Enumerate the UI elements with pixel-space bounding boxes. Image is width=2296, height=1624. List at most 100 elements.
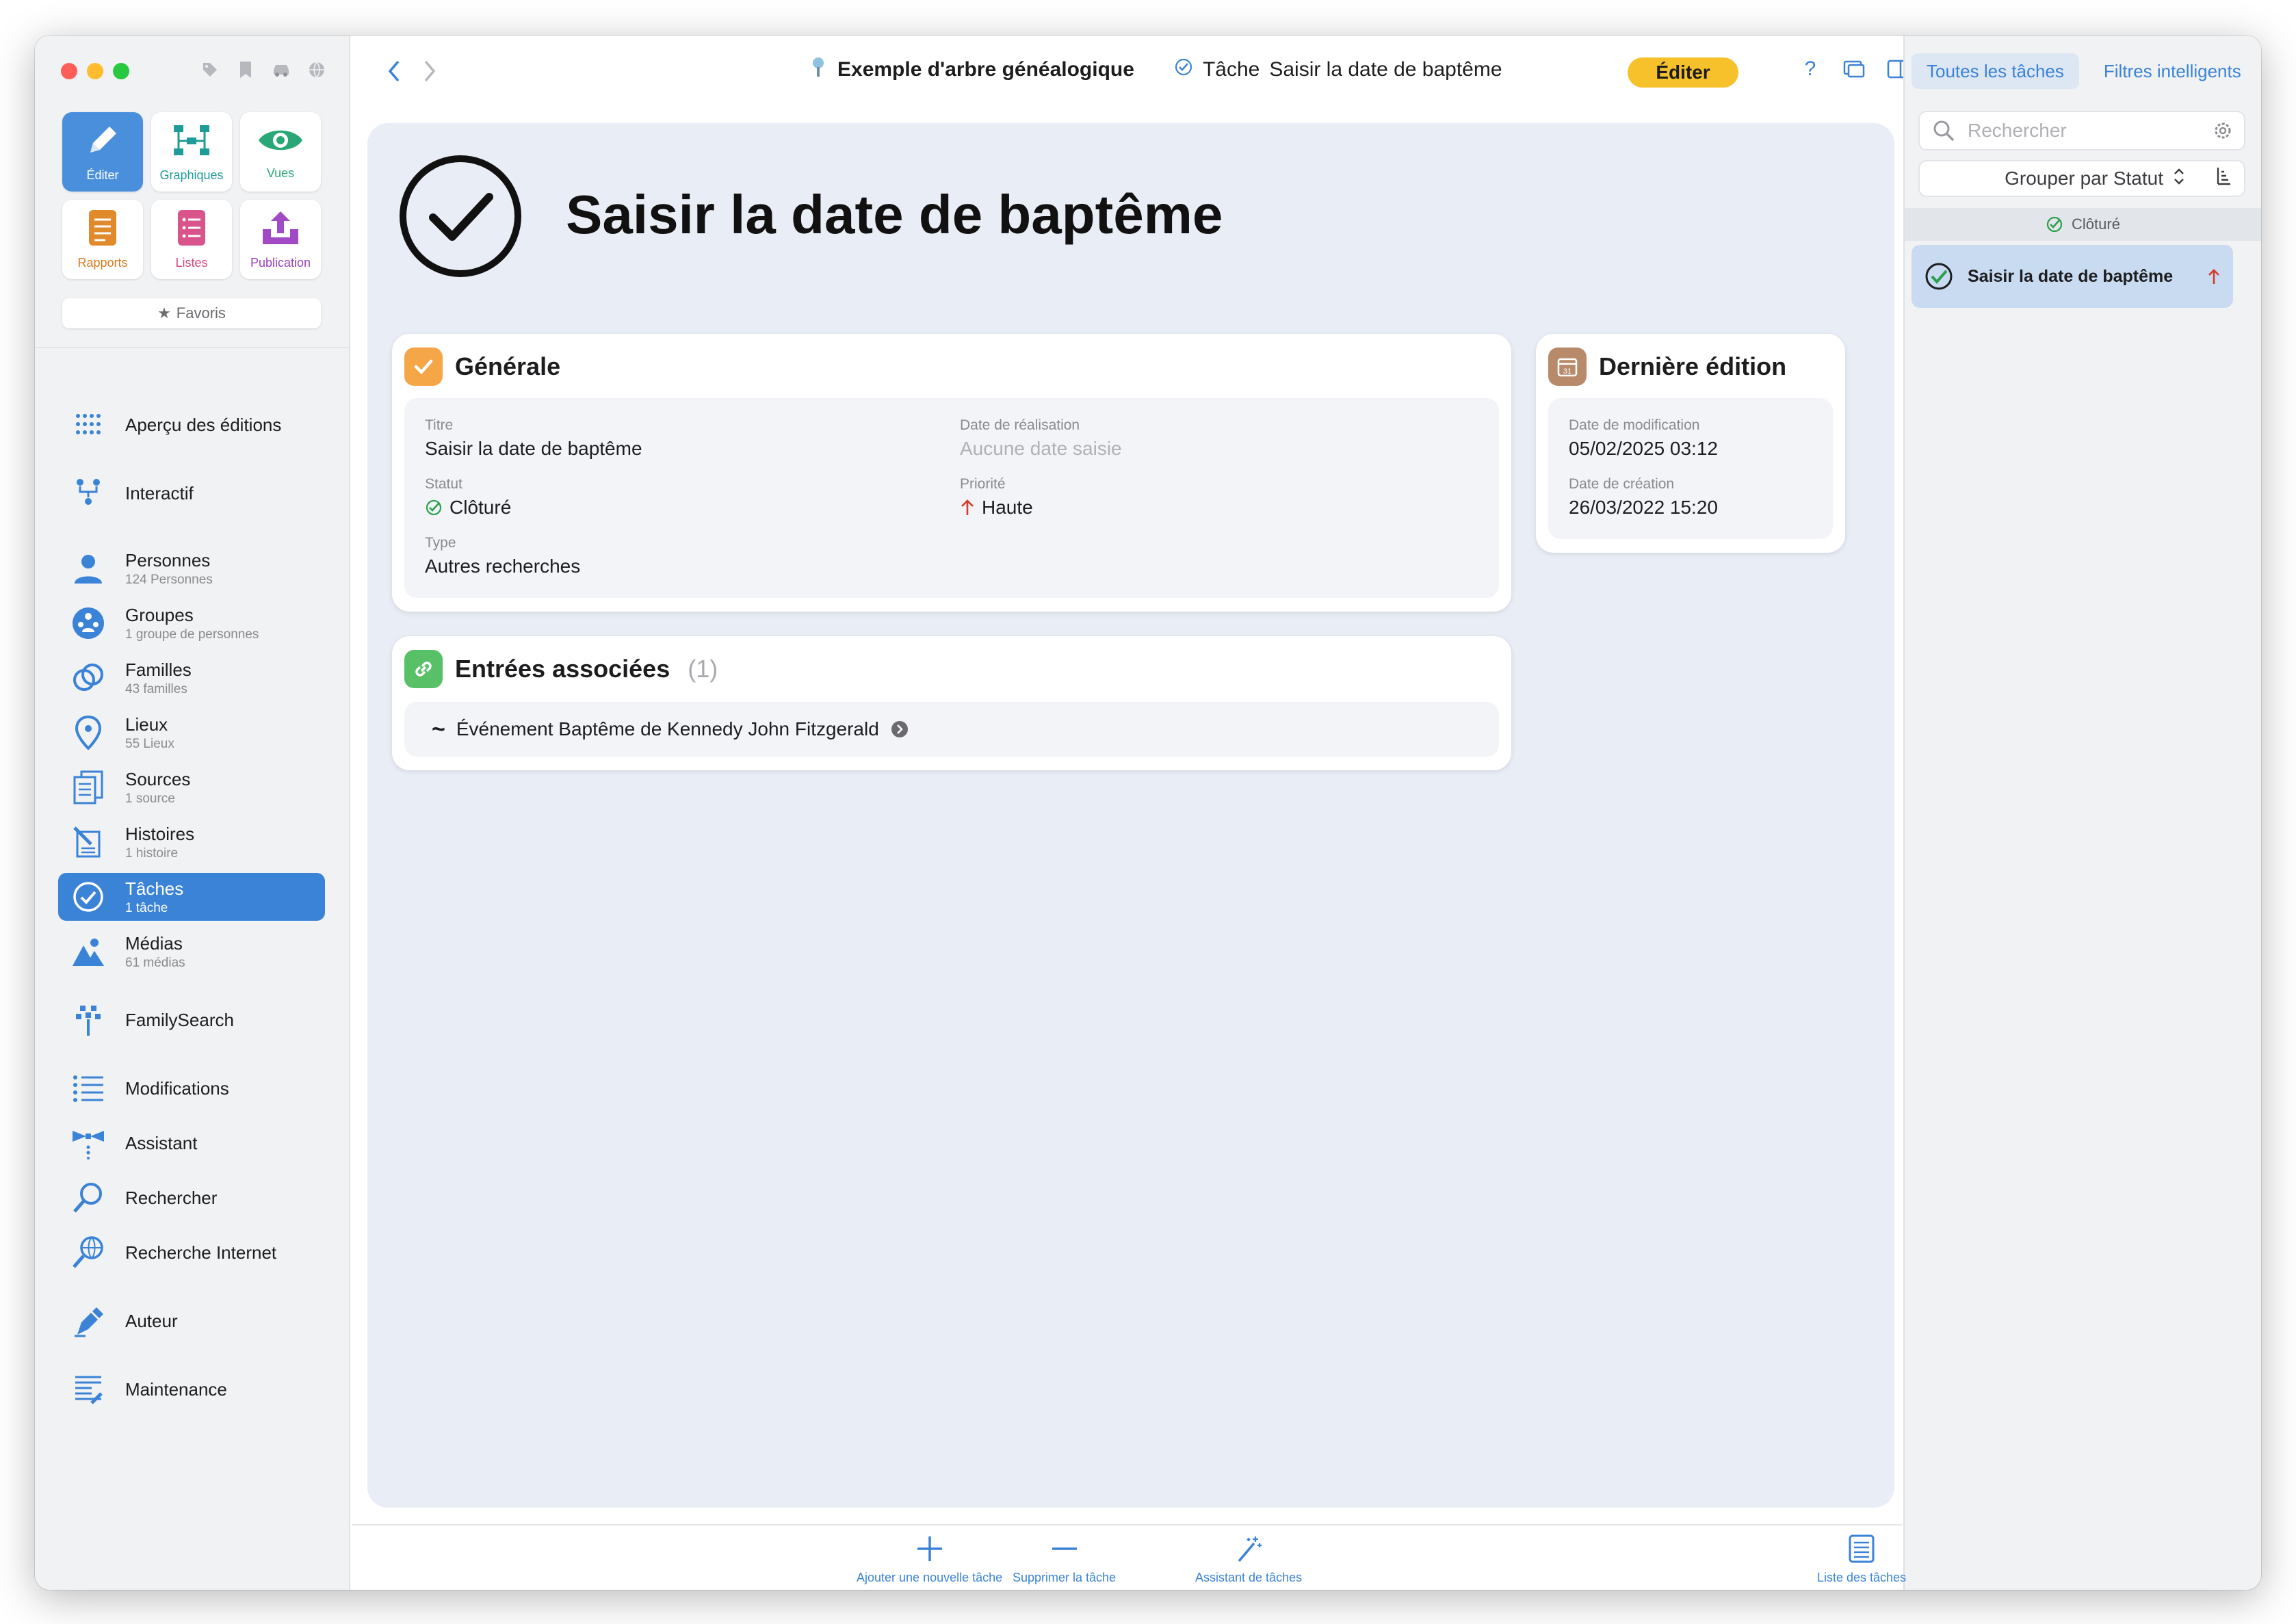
sidebar-item-web-search[interactable]: Recherche Internet <box>58 1229 325 1276</box>
familysearch-tree-icon <box>66 998 110 1042</box>
field-title[interactable]: Titre Saisir la date de baptême <box>425 417 642 460</box>
field-priority-label: Priorité <box>960 476 1006 492</box>
up-down-chevron-icon <box>2173 167 2185 191</box>
associated-entries-title: Entrées associées <box>455 655 670 683</box>
general-fields: Titre Saisir la date de baptême Date de … <box>404 398 1499 598</box>
sidebar-item-count: 124 Personnes <box>125 572 213 587</box>
sidebar-item-label: Aperçu des éditions <box>125 414 282 435</box>
task-list-item-title: Saisir la date de baptême <box>1968 266 2174 286</box>
bookmark-icon[interactable] <box>235 59 257 81</box>
sidebar-item-label: Groupes <box>125 604 194 625</box>
associated-entry-label: Événement Baptême de Kennedy John Fitzge… <box>456 718 879 739</box>
task-assistant-button[interactable]: Assistant de tâches <box>1195 1532 1302 1585</box>
gear-icon[interactable] <box>2213 120 2233 141</box>
field-completion-date-label: Date de réalisation <box>960 417 1080 433</box>
field-modified-date-label: Date de modification <box>1569 417 1700 433</box>
field-modified-date: Date de modification 05/02/2025 03:12 <box>1569 417 1718 460</box>
chevron-right-circle-icon[interactable] <box>890 720 909 739</box>
sidebar-item-overview[interactable]: Aperçu des éditions <box>58 401 325 449</box>
task-list-button[interactable]: Liste des tâches <box>1817 1532 1906 1585</box>
field-priority[interactable]: Priorité Haute <box>960 476 1033 519</box>
sidebar: Éditer Graphiques Vues Rapports Listes P… <box>35 36 350 1590</box>
car-icon[interactable] <box>270 59 292 81</box>
close-window-button[interactable] <box>61 63 77 79</box>
breadcrumb-task-title[interactable]: Saisir la date de baptême <box>1269 58 1502 81</box>
sort-icon[interactable] <box>2215 166 2232 192</box>
tab-all-tasks[interactable]: Toutes les tâches <box>1912 53 2079 89</box>
sidebar-item-familysearch[interactable]: FamilySearch <box>58 996 325 1044</box>
add-task-button[interactable]: Ajouter une nouvelle tâche <box>857 1532 1002 1585</box>
tool-reports[interactable]: Rapports <box>62 200 143 279</box>
task-detail-view: Saisir la date de baptême Générale Titre… <box>367 123 1894 1508</box>
documents-icon <box>66 765 110 809</box>
sidebar-item-changes[interactable]: Modifications <box>58 1064 325 1112</box>
forward-chevron-icon[interactable] <box>421 59 438 87</box>
pencil-icon <box>83 121 122 163</box>
fountain-pen-icon <box>66 1299 110 1343</box>
tool-lists[interactable]: Listes <box>151 200 232 279</box>
minimize-window-button[interactable] <box>87 63 103 79</box>
sidebar-item-label: Maintenance <box>125 1378 227 1400</box>
tool-publication[interactable]: Publication <box>240 200 321 279</box>
rings-icon <box>66 656 110 700</box>
bowtie-icon <box>66 1121 110 1165</box>
sidebar-item-persons[interactable]: Personnes 124 Personnes <box>58 545 325 592</box>
favorites-button[interactable]: ★ Favoris <box>62 298 321 328</box>
tool-views[interactable]: Vues <box>240 112 321 192</box>
sidebar-item-sources[interactable]: Sources 1 source <box>58 763 325 811</box>
delete-task-button[interactable]: Supprimer la tâche <box>1013 1532 1116 1585</box>
sidebar-item-maintenance[interactable]: Maintenance <box>58 1365 325 1413</box>
minus-icon <box>1049 1532 1080 1565</box>
last-edit-card: 31 Dernière édition Date de modification… <box>1536 334 1845 553</box>
sidebar-item-author[interactable]: Auteur <box>58 1297 325 1345</box>
field-created-date-value: 26/03/2022 15:20 <box>1569 497 1718 518</box>
back-chevron-icon[interactable] <box>386 59 402 87</box>
page-title: Saisir la date de baptême <box>566 184 1223 245</box>
edit-button[interactable]: Éditer <box>1628 57 1738 88</box>
list-icon <box>175 209 208 250</box>
field-title-value: Saisir la date de baptême <box>425 438 642 459</box>
task-list-item[interactable]: Saisir la date de baptême <box>1912 245 2233 308</box>
tool-charts[interactable]: Graphiques <box>151 112 232 192</box>
sidebar-item-stories[interactable]: Histoires 1 histoire <box>58 818 325 866</box>
sidebar-item-count: 1 source <box>125 791 175 806</box>
priority-up-arrow-icon <box>961 499 974 515</box>
field-priority-value: Haute <box>982 497 1033 518</box>
closed-check-icon <box>2046 216 2063 233</box>
group-by-select[interactable]: Grouper par Statut <box>1918 160 2245 197</box>
sidebar-item-count: 1 groupe de personnes <box>125 627 259 642</box>
tab-smart-filters[interactable]: Filtres intelligents <box>2089 53 2256 89</box>
field-created-date-label: Date de création <box>1569 476 1675 492</box>
sidebar-item-places[interactable]: Lieux 55 Lieux <box>58 709 325 757</box>
document-title[interactable]: Exemple d'arbre généalogique <box>837 58 1134 81</box>
window-layout-icon[interactable] <box>1842 57 1866 81</box>
tool-edit[interactable]: Éditer <box>62 112 143 192</box>
task-check-icon <box>1174 57 1193 82</box>
story-pen-icon <box>66 820 110 864</box>
sidebar-item-label: Auteur <box>125 1310 178 1331</box>
field-status[interactable]: Statut Clôturé <box>425 476 511 519</box>
help-button[interactable]: ? <box>1799 57 1822 81</box>
field-type[interactable]: Type Autres recherches <box>425 535 580 577</box>
sidebar-item-label: Assistant <box>125 1132 198 1153</box>
associated-entries-header: Entrées associées (1) <box>404 650 718 688</box>
tag-icon[interactable] <box>199 59 221 81</box>
priority-up-arrow-icon <box>2208 269 2219 284</box>
field-completion-date[interactable]: Date de réalisation Aucune date saisie <box>960 417 1122 460</box>
associated-entry-row[interactable]: ~ Événement Baptême de Kennedy John Fitz… <box>404 702 1499 757</box>
sidebar-item-search[interactable]: Rechercher <box>58 1174 325 1222</box>
magnifier-icon <box>66 1176 110 1220</box>
sidebar-item-families[interactable]: Familles 43 familles <box>58 654 325 702</box>
sidebar-item-groups[interactable]: Groupes 1 groupe de personnes <box>58 599 325 647</box>
general-card-header: Générale <box>404 348 560 386</box>
sidebar-item-tasks[interactable]: Tâches 1 tâche <box>58 873 325 921</box>
sidebar-item-interactive[interactable]: Interactif <box>58 469 325 517</box>
sidebar-item-assistant[interactable]: Assistant <box>58 1119 325 1167</box>
globe-icon[interactable] <box>306 59 328 81</box>
sidebar-item-media[interactable]: Médias 61 médias <box>58 928 325 975</box>
field-type-label: Type <box>425 535 456 551</box>
task-search-field[interactable]: Rechercher <box>1918 111 2245 150</box>
status-check-icon <box>426 499 442 516</box>
checkmark-circle-icon <box>66 875 110 919</box>
zoom-window-button[interactable] <box>113 63 129 79</box>
